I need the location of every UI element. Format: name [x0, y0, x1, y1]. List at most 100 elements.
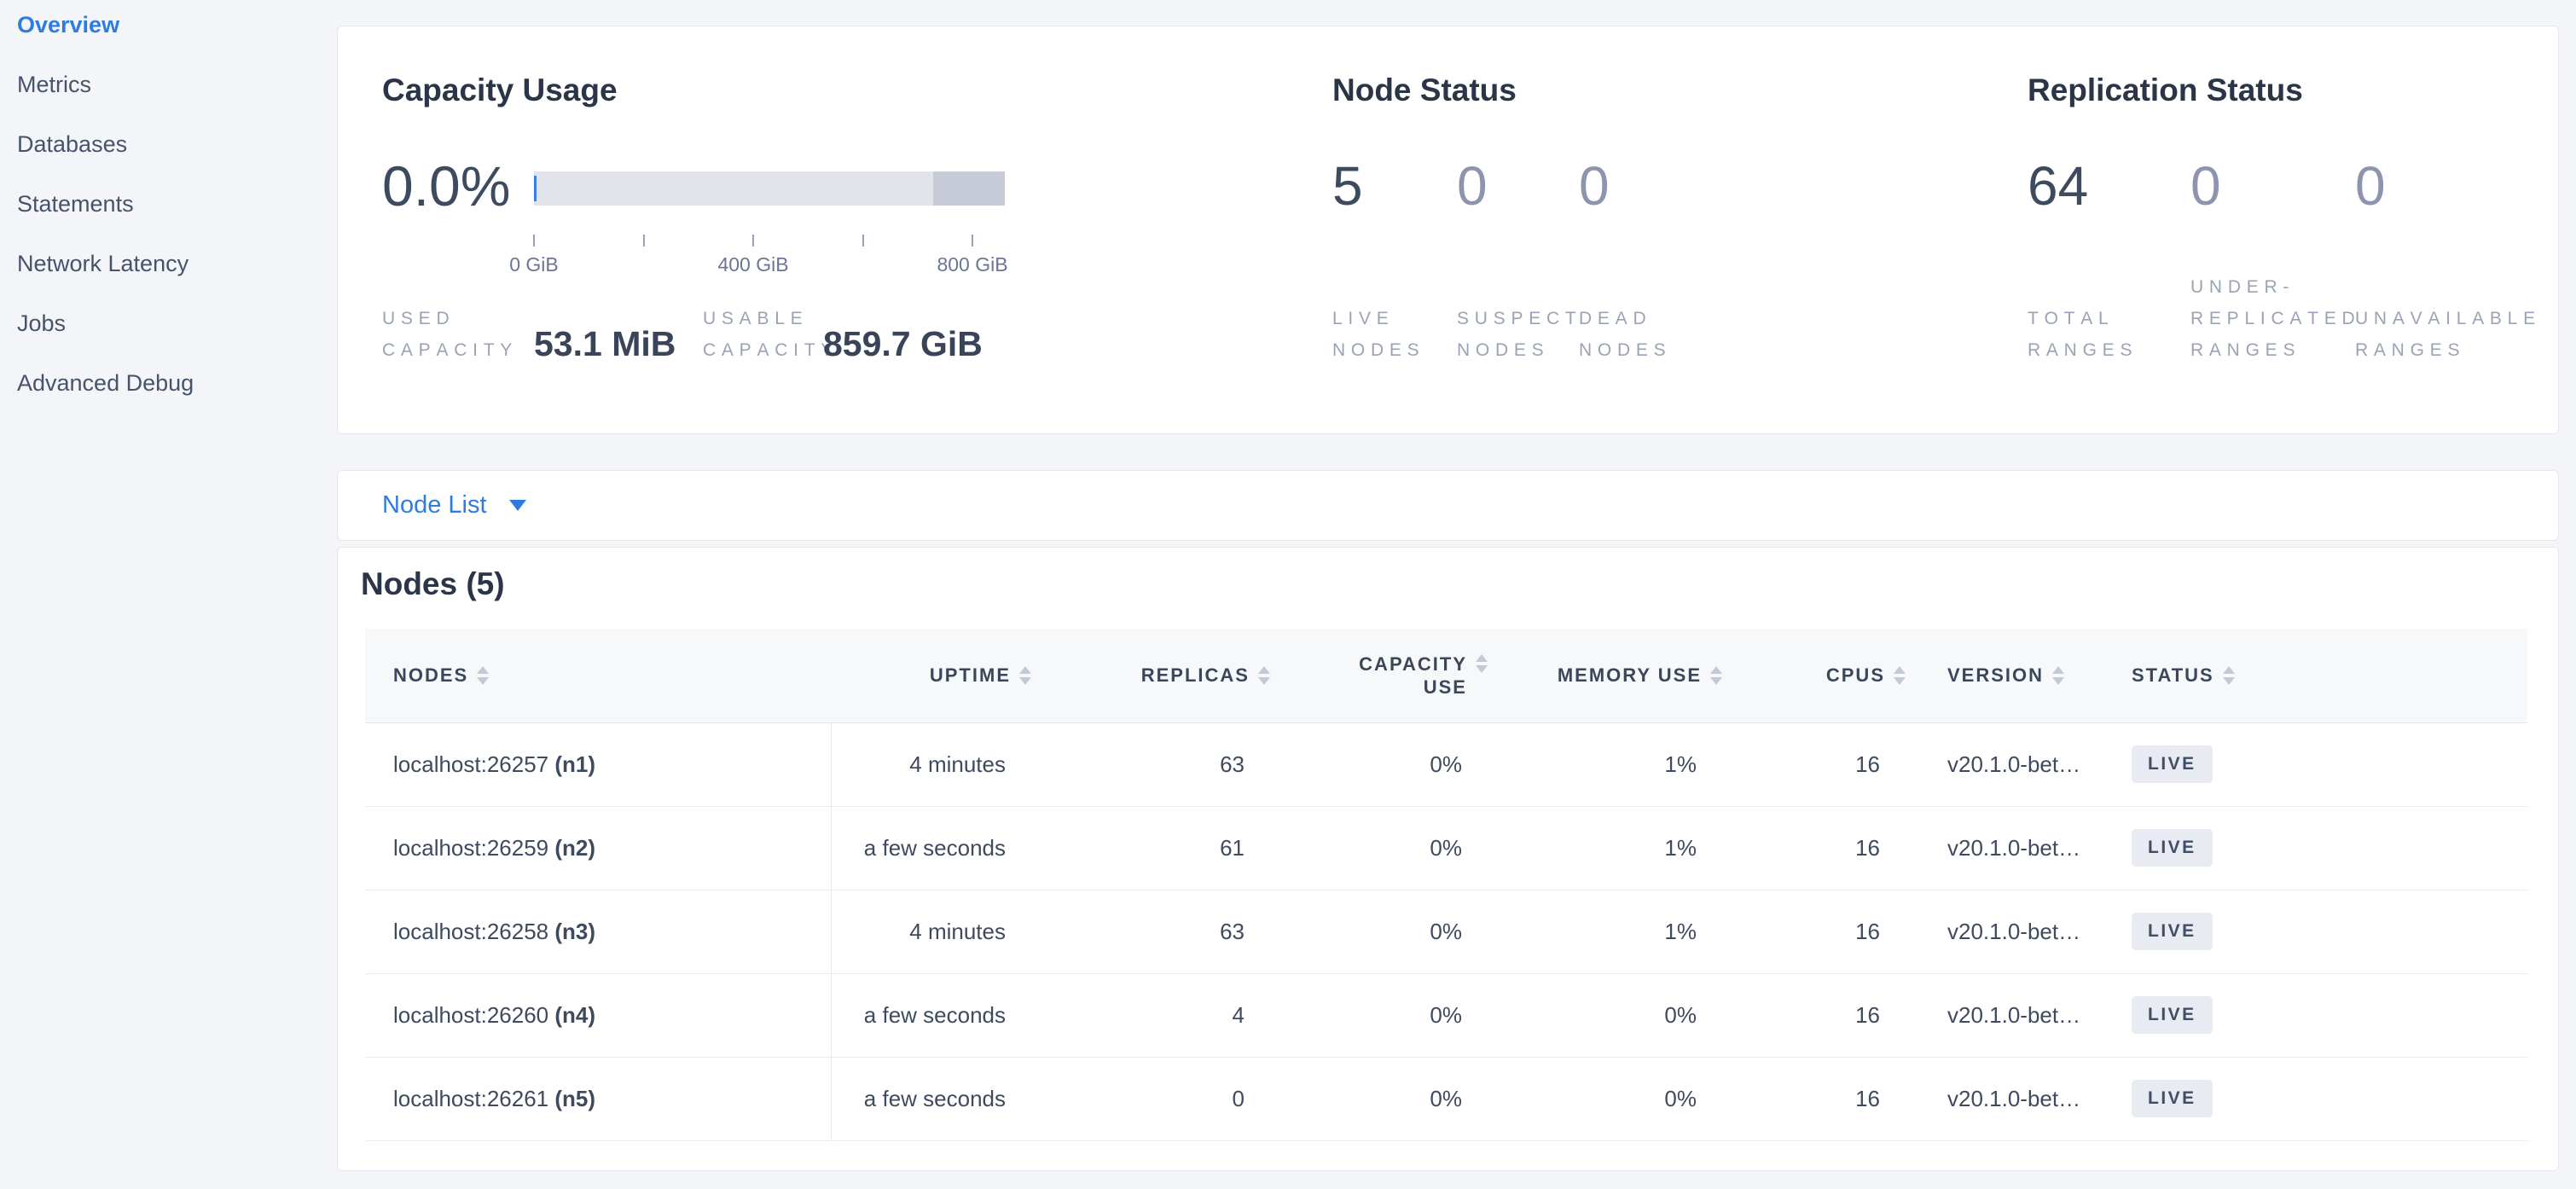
status-badge: LIVE: [2132, 745, 2213, 783]
column-header-status[interactable]: STATUS: [2082, 629, 2527, 722]
status-badge: LIVE: [2132, 829, 2213, 867]
stat-label: D E A DN O D E S: [1579, 303, 1668, 366]
node-id: (n5): [554, 1086, 595, 1111]
sidebar-nav: Overview Metrics Databases Statements Networ…: [17, 14, 324, 432]
cell-uptime: a few seconds: [831, 806, 1033, 890]
cell-memory-use: 1%: [1489, 806, 1724, 890]
sidebar-item-databases[interactable]: Databases: [17, 133, 324, 156]
column-header-memory-use[interactable]: MEMORY USE: [1489, 629, 1724, 722]
cell-memory-use: 0%: [1489, 973, 1724, 1057]
cell-node[interactable]: localhost:26261 (n5): [365, 1057, 831, 1140]
node-status-stat: 5L I V EN O D E S: [1332, 156, 1363, 366]
sidebar-item-statements[interactable]: Statements: [17, 193, 324, 216]
cell-memory-use: 1%: [1489, 890, 1724, 973]
cluster-summary-card: Capacity Usage 0.0% 0 GiB400 GiB800 GiB …: [337, 26, 2559, 434]
node-host-link[interactable]: localhost:26257: [393, 751, 554, 777]
column-header-nodes[interactable]: NODES: [365, 629, 831, 722]
column-header-uptime[interactable]: UPTIME: [831, 629, 1033, 722]
cell-replicas: 63: [1033, 890, 1272, 973]
replication-status-title: Replication Status: [2028, 73, 2303, 107]
cell-cpus: 16: [1724, 722, 1907, 806]
capacity-usage-section: Capacity Usage 0.0% 0 GiB400 GiB800 GiB …: [382, 26, 1320, 435]
replication-status-stats: 64T O T A LR A N G E S0U N D E R -R E P …: [2028, 156, 2556, 366]
cell-status: LIVE: [2082, 1057, 2527, 1140]
stat-label: S U S P E C TN O D E S: [1457, 303, 1578, 366]
status-badge: LIVE: [2132, 913, 2213, 950]
column-header-label: REPLICAS: [1141, 664, 1250, 687]
nodes-table-body: localhost:26257 (n1)4 minutes630%1%16v20…: [365, 722, 2527, 1140]
replication-status-section: Replication Status 64T O T A LR A N G E …: [2028, 26, 2556, 435]
capacity-stats: U S E DC A P A C I T Y53.1 MiBU S A B L …: [382, 156, 1320, 366]
capacity-usage-title: Capacity Usage: [382, 73, 618, 107]
cell-version: v20.1.0-bet…: [1907, 722, 2082, 806]
node-host-link[interactable]: localhost:26259: [393, 835, 554, 861]
cell-replicas: 61: [1033, 806, 1272, 890]
column-header-cpus[interactable]: CPUS: [1724, 629, 1907, 722]
cell-capacity-use: 0%: [1272, 890, 1489, 973]
capacity-stat-label: U S A B L EC A P A C I T Y: [703, 303, 835, 366]
nodes-table: NODES UPTIME REPLICAS CAPACITYUSEMEMORY USE…: [365, 629, 2527, 1141]
stat-label: U N D E R -R E P L I C A T E DR A N G E …: [2190, 271, 2357, 366]
sort-arrows-icon: [2223, 666, 2235, 685]
stat-label: T O T A LR A N G E S: [2028, 303, 2134, 366]
cell-cpus: 16: [1724, 890, 1907, 973]
sort-arrows-icon: [1258, 666, 1270, 685]
sidebar-item-metrics[interactable]: Metrics: [17, 73, 324, 96]
node-host-link[interactable]: localhost:26261: [393, 1086, 554, 1111]
table-row: localhost:26257 (n1)4 minutes630%1%16v20…: [365, 722, 2527, 806]
cell-replicas: 4: [1033, 973, 1272, 1057]
column-header-label: NODES: [393, 664, 468, 687]
column-header-version[interactable]: VERSION: [1907, 629, 2082, 722]
cell-status: LIVE: [2082, 973, 2527, 1057]
node-id: (n4): [554, 1002, 595, 1028]
nodes-table-title: Nodes (5): [361, 566, 505, 602]
cell-node[interactable]: localhost:26258 (n3): [365, 890, 831, 973]
node-id: (n1): [554, 751, 595, 777]
table-row: localhost:26258 (n3)4 minutes630%1%16v20…: [365, 890, 2527, 973]
sort-arrows-icon: [2052, 666, 2064, 685]
node-status-stat: 0S U S P E C TN O D E S: [1457, 156, 1488, 366]
node-list-dropdown-label: Node List: [382, 491, 487, 519]
cell-status: LIVE: [2082, 806, 2527, 890]
sort-arrows-icon: [477, 666, 489, 685]
sidebar-item-network-latency[interactable]: Network Latency: [17, 252, 324, 276]
capacity-stat-value: 53.1 MiB: [534, 324, 676, 364]
table-row: localhost:26261 (n5)a few seconds00%0%16…: [365, 1057, 2527, 1140]
node-id: (n3): [554, 919, 595, 944]
column-header-label: UPTIME: [930, 664, 1011, 687]
cell-node[interactable]: localhost:26257 (n1): [365, 722, 831, 806]
column-header-capacity-use[interactable]: CAPACITYUSE: [1272, 629, 1489, 722]
cell-capacity-use: 0%: [1272, 806, 1489, 890]
sidebar-item-advanced-debug[interactable]: Advanced Debug: [17, 372, 324, 395]
cell-cpus: 16: [1724, 806, 1907, 890]
nodes-table-header-row: NODES UPTIME REPLICAS CAPACITYUSEMEMORY USE…: [365, 629, 2527, 722]
node-status-stats: 5L I V EN O D E S 0S U S P E C TN O D E S…: [1332, 156, 2015, 366]
cell-node[interactable]: localhost:26260 (n4): [365, 973, 831, 1057]
table-row: localhost:26260 (n4)a few seconds40%0%16…: [365, 973, 2527, 1057]
node-list-dropdown[interactable]: Node List: [338, 471, 2558, 540]
cell-uptime: a few seconds: [831, 973, 1033, 1057]
cell-capacity-use: 0%: [1272, 722, 1489, 806]
node-status-stat: 0D E A DN O D E S: [1579, 156, 1610, 366]
cell-version: v20.1.0-bet…: [1907, 806, 2082, 890]
cell-capacity-use: 0%: [1272, 973, 1489, 1057]
node-id: (n2): [554, 835, 595, 861]
capacity-stat-value: 859.7 GiB: [823, 324, 983, 364]
column-header-replicas[interactable]: REPLICAS: [1033, 629, 1272, 722]
table-row: localhost:26259 (n2)a few seconds610%1%1…: [365, 806, 2527, 890]
sidebar-item-overview[interactable]: Overview: [17, 14, 324, 37]
nodes-table-wrap: NODES UPTIME REPLICAS CAPACITYUSEMEMORY USE…: [365, 629, 2527, 1141]
stat-value: 64: [2028, 156, 2088, 216]
cell-uptime: a few seconds: [831, 1057, 1033, 1140]
replication-status-stat: 0U N A V A I L A B L ER A N G E S: [2355, 156, 2386, 366]
replication-status-stat: 64T O T A LR A N G E S: [2028, 156, 2088, 366]
cell-node[interactable]: localhost:26259 (n2): [365, 806, 831, 890]
stat-label: U N A V A I L A B L ER A N G E S: [2355, 303, 2538, 366]
cell-cpus: 16: [1724, 973, 1907, 1057]
sort-arrows-icon: [1019, 666, 1031, 685]
node-host-link[interactable]: localhost:26260: [393, 1002, 554, 1028]
status-badge: LIVE: [2132, 1080, 2213, 1117]
sidebar-item-jobs[interactable]: Jobs: [17, 312, 324, 335]
caret-down-icon: [509, 500, 526, 511]
node-host-link[interactable]: localhost:26258: [393, 919, 554, 944]
